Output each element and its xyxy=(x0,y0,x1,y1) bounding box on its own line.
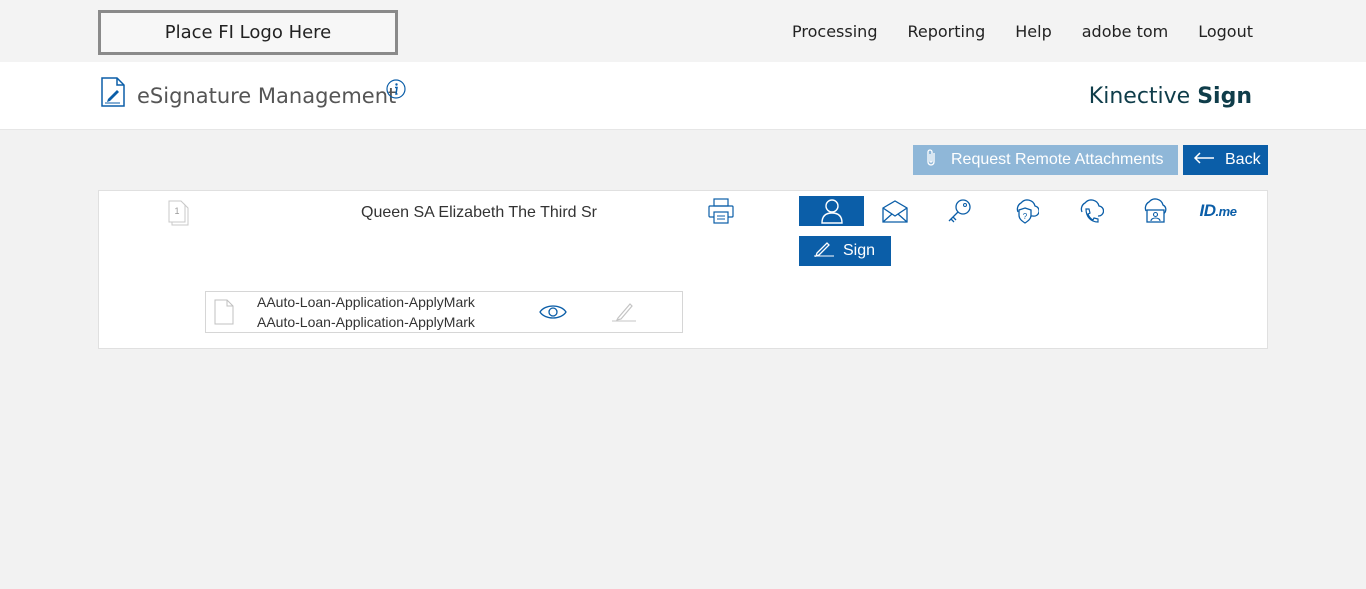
document-name: AAuto-Loan-Application-ApplyMark xyxy=(257,294,475,310)
request-remote-attachments-label: Request Remote Attachments xyxy=(951,151,1164,168)
nav-help[interactable]: Help xyxy=(1015,22,1051,41)
brand-logo: Kinective Sign xyxy=(1088,84,1252,109)
sign-button[interactable]: Sign xyxy=(799,236,891,266)
person-icon[interactable] xyxy=(799,196,864,226)
request-remote-attachments-button[interactable]: Request Remote Attachments xyxy=(913,145,1178,175)
key-icon[interactable] xyxy=(942,196,978,226)
top-nav: Processing Reporting Help adobe tom Logo… xyxy=(792,22,1253,41)
print-icon[interactable] xyxy=(707,198,735,224)
svg-text:?: ? xyxy=(1023,212,1028,221)
paperclip-icon xyxy=(925,148,937,173)
id-card-icon[interactable] xyxy=(1137,196,1173,226)
shield-question-icon[interactable]: ? xyxy=(1007,196,1043,226)
sign-label: Sign xyxy=(843,242,876,259)
sign-document-icon[interactable] xyxy=(610,300,638,324)
nav-logout[interactable]: Logout xyxy=(1198,22,1253,41)
page-header: eSignature Management Kinective Sign xyxy=(0,62,1366,130)
top-bar: Place FI Logo Here Processing Reporting … xyxy=(0,0,1366,62)
signer-panel: 1 Queen SA Elizabeth The Third Sr ? ID.m… xyxy=(98,190,1268,349)
file-icon xyxy=(214,299,234,325)
document-name-secondary: AAuto-Loan-Application-ApplyMark xyxy=(257,314,475,330)
mail-icon[interactable] xyxy=(877,196,913,226)
nav-user[interactable]: adobe tom xyxy=(1082,22,1168,41)
back-button[interactable]: Back xyxy=(1183,145,1268,175)
nav-reporting[interactable]: Reporting xyxy=(907,22,985,41)
view-document-icon[interactable] xyxy=(539,303,567,321)
arrow-left-icon xyxy=(1193,151,1215,169)
page-title: eSignature Management xyxy=(137,84,397,108)
pen-icon xyxy=(813,241,835,262)
fi-logo-placeholder: Place FI Logo Here xyxy=(98,10,398,55)
record-number: 1 xyxy=(174,206,179,216)
idme-logo[interactable]: ID.me xyxy=(1195,196,1241,226)
info-icon[interactable] xyxy=(386,79,406,99)
back-label: Back xyxy=(1225,151,1261,168)
phone-icon[interactable] xyxy=(1072,196,1108,226)
document-sign-icon xyxy=(100,77,126,107)
record-number-icon: 1 xyxy=(167,200,191,226)
document-row: AAuto-Loan-Application-ApplyMark AAuto-L… xyxy=(205,291,683,333)
nav-processing[interactable]: Processing xyxy=(792,22,877,41)
signer-name: Queen SA Elizabeth The Third Sr xyxy=(361,204,597,221)
